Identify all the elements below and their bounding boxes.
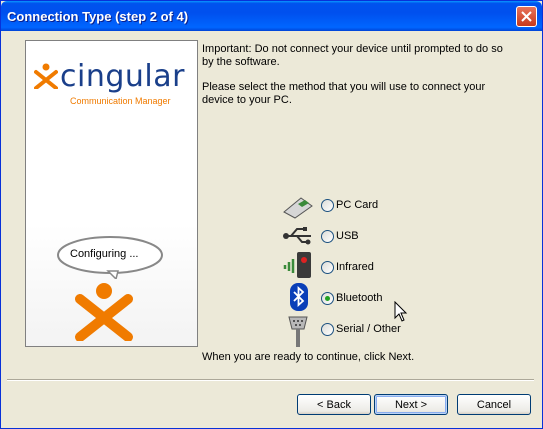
important-note: Important: Do not connect your device un…: [202, 43, 503, 68]
close-icon: [521, 11, 532, 22]
cingular-mascot-icon: [75, 283, 133, 341]
bluetooth-icon: [290, 283, 308, 311]
close-button[interactable]: [516, 6, 537, 27]
next-button[interactable]: Next >: [374, 394, 448, 415]
radio-usb[interactable]: [321, 230, 334, 243]
radio-pc-card[interactable]: [321, 199, 334, 212]
back-button[interactable]: < Back: [297, 394, 371, 415]
instruction-text: Please select the method that you will u…: [202, 81, 486, 106]
logo-wordmark: cingular: [60, 59, 185, 94]
option-label-usb: USB: [336, 230, 359, 242]
logo-subtitle: Communication Manager: [70, 96, 171, 106]
configuring-label: Configuring ...: [70, 248, 139, 260]
option-label-pc-card: PC Card: [336, 199, 379, 211]
usb-icon: [283, 227, 311, 245]
serial-icon: [288, 316, 308, 347]
cancel-button[interactable]: Cancel: [457, 394, 531, 415]
pc-card-icon: [283, 197, 313, 219]
option-label-infrared: Infrared: [336, 261, 374, 273]
radio-serial-other[interactable]: [321, 323, 334, 336]
title-bar[interactable]: Connection Type (step 2 of 4): [1, 1, 542, 31]
mouse-pointer-icon: [394, 301, 408, 322]
dialog-window: Connection Type (step 2 of 4) cingular C…: [0, 0, 543, 429]
dialog-body: cingular Communication Manager Configuri…: [4, 31, 539, 426]
infrared-icon: [283, 252, 311, 278]
radio-bluetooth[interactable]: [321, 292, 334, 305]
continue-hint: When you are ready to continue, click Ne…: [202, 351, 415, 363]
window-title: Connection Type (step 2 of 4): [7, 9, 189, 24]
option-label-bluetooth: Bluetooth: [336, 292, 383, 304]
option-label-serial-other: Serial / Other: [336, 323, 401, 335]
separator-line: [7, 379, 534, 381]
brand-panel: cingular Communication Manager Configuri…: [25, 40, 198, 347]
cingular-x-logo-icon: [34, 63, 58, 89]
radio-infrared[interactable]: [321, 261, 334, 274]
